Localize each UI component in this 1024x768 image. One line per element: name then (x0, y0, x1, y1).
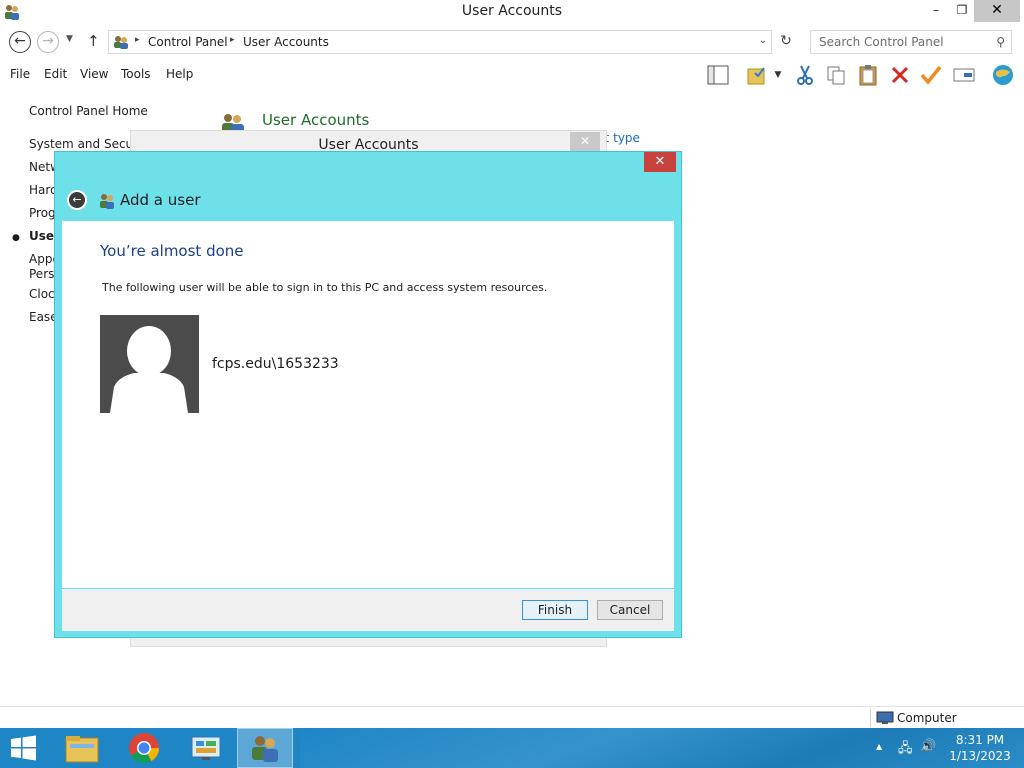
globe-icon[interactable] (990, 62, 1016, 88)
file-explorer-icon (65, 736, 99, 763)
folder-check-icon[interactable] (744, 62, 770, 88)
close-dialog-button[interactable]: ✕ (570, 132, 600, 152)
layout-icon[interactable] (705, 62, 731, 88)
back-button[interactable]: ← (67, 190, 87, 210)
sidebar-item-system-security[interactable]: System and Security (29, 137, 130, 151)
network-icon[interactable]: 🖧 (898, 739, 913, 761)
taskbar: ▲ 🖧 🔊 8:31 PM 1/13/2023 (0, 728, 1024, 768)
menu-bar: File Edit View Tools Help ▼ (0, 62, 1024, 88)
breadcrumb-control-panel[interactable]: Control Panel (148, 35, 228, 49)
title-bar: User Accounts – ❐ ✕ (0, 0, 1024, 24)
computer-icon (876, 711, 894, 724)
back-button[interactable]: ← (9, 31, 31, 53)
dialog-title: Add a user (120, 191, 201, 209)
status-divider (870, 709, 871, 727)
menu-edit[interactable]: Edit (44, 67, 67, 81)
start-icon (11, 735, 36, 761)
taskbar-chrome[interactable] (118, 728, 170, 768)
dropdown-icon[interactable]: ▼ (770, 62, 786, 88)
menu-view[interactable]: View (80, 67, 108, 81)
search-input[interactable] (811, 31, 989, 53)
search-box[interactable]: ⚲ (810, 30, 1012, 54)
avatar (100, 315, 199, 413)
rename-icon[interactable] (951, 62, 977, 88)
breadcrumb-user-accounts[interactable]: User Accounts (243, 35, 329, 49)
breadcrumb-separator: ▸ (230, 35, 235, 45)
menu-tools[interactable]: Tools (121, 67, 151, 81)
close-dialog-button[interactable]: ✕ (644, 152, 676, 172)
cancel-button[interactable]: Cancel (597, 600, 663, 620)
taskbar-control-panel[interactable] (178, 728, 234, 768)
checkmark-icon[interactable] (918, 62, 944, 88)
menu-file[interactable]: File (10, 67, 30, 81)
copy-icon[interactable] (823, 62, 849, 88)
navigation-bar: ← → ▼ ↑ ▸ Control Panel ▸ User Accounts … (0, 28, 1024, 56)
volume-icon[interactable]: 🔊 (920, 739, 936, 754)
taskbar-file-explorer[interactable] (56, 728, 108, 768)
username-label: fcps.edu\1653233 (212, 356, 339, 372)
dialog-content: You’re almost done The following user wi… (62, 221, 674, 588)
control-panel-icon (114, 36, 128, 49)
address-bar[interactable]: ▸ Control Panel ▸ User Accounts ⌄ (108, 30, 772, 54)
up-button[interactable]: ↑ (87, 32, 100, 50)
forward-button[interactable]: → (37, 31, 59, 53)
user-accounts-icon (252, 736, 278, 762)
minimize-button[interactable]: – (922, 0, 950, 22)
refresh-button[interactable]: ↻ (774, 30, 798, 54)
close-window-button[interactable]: ✕ (974, 0, 1020, 22)
clock-time[interactable]: 8:31 PM (940, 733, 1020, 747)
recent-locations-button[interactable]: ▼ (66, 34, 73, 44)
search-icon[interactable]: ⚲ (996, 35, 1005, 49)
cut-icon[interactable] (792, 62, 818, 88)
chevron-down-icon[interactable]: ⌄ (759, 35, 767, 46)
restore-button[interactable]: ❐ (950, 0, 974, 22)
taskbar-background (300, 728, 1024, 768)
menu-help[interactable]: Help (166, 67, 193, 81)
chrome-icon (129, 733, 159, 764)
start-button[interactable] (0, 728, 48, 768)
add-user-dialog: ✕ ← Add a user You’re almost done The fo… (54, 151, 682, 638)
control-panel-home-link[interactable]: Control Panel Home (29, 104, 148, 118)
control-panel-icon (191, 736, 221, 760)
taskbar-user-accounts[interactable] (237, 728, 293, 768)
show-hidden-icons-button[interactable]: ▲ (876, 742, 882, 751)
breadcrumb-separator: ▸ (135, 35, 140, 45)
dialog-footer: Finish Cancel (62, 589, 674, 631)
dialog-description: The following user will be able to sign … (102, 281, 548, 294)
clock-date[interactable]: 1/13/2023 (940, 749, 1020, 763)
status-bar: Computer (0, 706, 1024, 728)
finish-button[interactable]: Finish (522, 600, 588, 620)
user-avatar-icon (110, 326, 188, 413)
window-title: User Accounts (461, 3, 563, 19)
paste-icon[interactable] (855, 62, 881, 88)
page-title: User Accounts (262, 111, 370, 129)
dialog-heading: You’re almost done (100, 242, 244, 260)
delete-icon[interactable] (887, 62, 913, 88)
status-location: Computer (897, 711, 957, 725)
current-item-bullet: ● (12, 233, 20, 243)
user-accounts-icon (100, 194, 114, 209)
